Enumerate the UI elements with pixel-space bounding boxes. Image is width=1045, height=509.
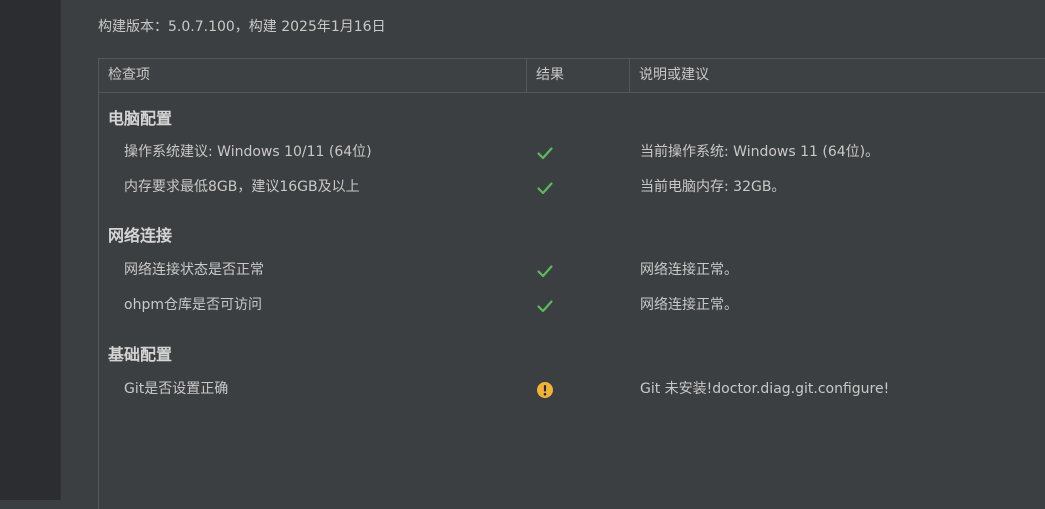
- check-note: 网络连接正常。: [640, 262, 738, 278]
- table-header: 检查项 结果 说明或建议: [99, 59, 1045, 93]
- check-item-label: 网络连接状态是否正常: [124, 262, 264, 278]
- table-row[interactable]: 内存要求最低8GB，建议16GB及以上 当前电脑内存: 32GB。: [99, 172, 1045, 202]
- check-note: 当前操作系统: Windows 11 (64位)。: [640, 144, 880, 160]
- warning-icon: [536, 381, 554, 399]
- check-table: 检查项 结果 说明或建议 电脑配置 操作系统建议: Windows 10/11 …: [98, 58, 1045, 509]
- check-item-label: 内存要求最低8GB，建议16GB及以上: [124, 179, 360, 195]
- check-note: 当前电脑内存: 32GB。: [640, 179, 786, 195]
- check-note: 网络连接正常。: [640, 297, 738, 313]
- table-row[interactable]: 操作系统建议: Windows 10/11 (64位) 当前操作系统: Wind…: [99, 137, 1045, 167]
- column-header-item[interactable]: 检查项: [99, 59, 527, 92]
- check-icon: [536, 144, 554, 162]
- column-header-note[interactable]: 说明或建议: [630, 59, 1045, 92]
- left-sidebar-strip: [0, 0, 61, 500]
- check-item-label: Git是否设置正确: [124, 381, 229, 397]
- column-header-result[interactable]: 结果: [527, 59, 630, 92]
- group-title-basic: 基础配置: [108, 345, 173, 364]
- doctor-report: 构建版本：5.0.7.100，构建 2025年1月16日 检查项 结果 说明或建…: [61, 0, 1045, 509]
- check-item-label: ohpm仓库是否可访问: [124, 297, 262, 313]
- table-row[interactable]: Git是否设置正确 Git 未安装!doctor.diag.git.config…: [99, 374, 1045, 404]
- table-row[interactable]: ohpm仓库是否可访问 网络连接正常。: [99, 290, 1045, 320]
- check-icon: [536, 297, 554, 315]
- check-icon: [536, 262, 554, 280]
- group-title-computer: 电脑配置: [108, 109, 173, 128]
- group-title-network: 网络连接: [108, 226, 173, 245]
- build-info-text: 构建版本：5.0.7.100，构建 2025年1月16日: [98, 19, 386, 35]
- check-item-label: 操作系统建议: Windows 10/11 (64位): [124, 144, 372, 160]
- check-note: Git 未安装!doctor.diag.git.configure!: [640, 381, 890, 397]
- table-row[interactable]: 网络连接状态是否正常 网络连接正常。: [99, 255, 1045, 285]
- check-icon: [536, 179, 554, 197]
